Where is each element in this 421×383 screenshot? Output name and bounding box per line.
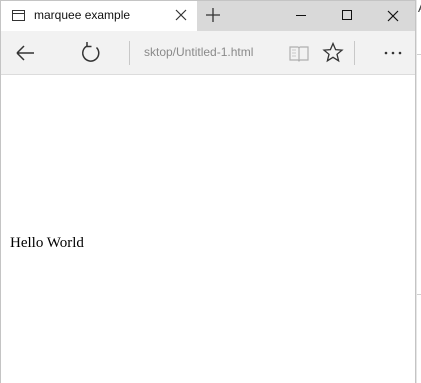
minimize-button[interactable] [279, 1, 323, 31]
close-window-button[interactable] [371, 1, 415, 31]
minimize-icon [296, 15, 306, 16]
refresh-icon[interactable] [77, 39, 105, 67]
browser-window: marquee example sktop/Untitled-1.html He… [0, 0, 416, 383]
divider [354, 41, 355, 65]
tab-title: marquee example [34, 8, 131, 22]
divider [417, 54, 421, 55]
address-field[interactable]: sktop/Untitled-1.html [144, 45, 253, 59]
divider [129, 41, 130, 65]
ellipsis-icon[interactable] [379, 39, 407, 67]
star-icon[interactable] [319, 39, 347, 67]
address-bar: sktop/Untitled-1.html [1, 31, 415, 75]
tab-close-icon[interactable] [173, 7, 189, 23]
back-arrow-icon[interactable] [11, 39, 39, 67]
maximize-icon [342, 10, 352, 20]
background-window-edge: A [416, 0, 421, 383]
maximize-button[interactable] [325, 1, 369, 31]
title-bar: marquee example [1, 1, 415, 31]
tab-active[interactable]: marquee example [1, 1, 197, 31]
new-tab-plus-icon[interactable] [204, 6, 222, 24]
book-icon[interactable] [285, 39, 313, 67]
page-content: Hello World [1, 76, 415, 383]
divider [417, 294, 421, 295]
page-icon [12, 10, 25, 21]
marquee-text: Hello World [10, 235, 84, 251]
close-icon [387, 10, 399, 22]
